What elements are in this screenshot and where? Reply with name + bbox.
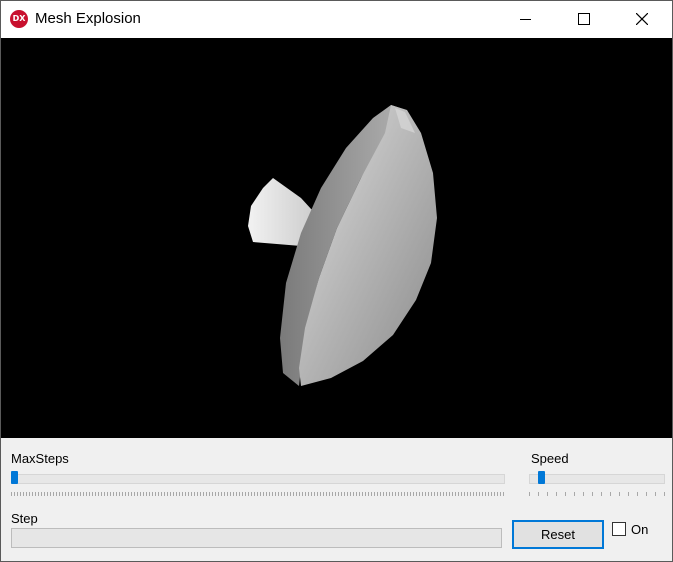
- maxsteps-ticks: [11, 492, 505, 496]
- mesh-model: [248, 105, 437, 386]
- speed-ticks: [529, 492, 665, 496]
- render-viewport[interactable]: [1, 38, 672, 438]
- on-checkbox[interactable]: [612, 522, 626, 536]
- reset-button[interactable]: Reset: [512, 520, 604, 549]
- speed-label: Speed: [531, 451, 569, 466]
- close-button[interactable]: [614, 1, 671, 38]
- maximize-button[interactable]: [556, 1, 613, 38]
- maxsteps-label: MaxSteps: [11, 451, 69, 466]
- app-window: DX Mesh Explosion MaxSteps Speed Step Re…: [0, 0, 673, 562]
- minimize-icon: [520, 19, 531, 20]
- on-checkbox-label[interactable]: On: [631, 522, 648, 537]
- speed-track: [529, 474, 665, 484]
- step-label: Step: [11, 511, 38, 526]
- maxsteps-slider[interactable]: [11, 470, 505, 500]
- minimize-button[interactable]: [498, 1, 555, 38]
- close-icon: [636, 13, 648, 25]
- maximize-icon: [578, 13, 590, 25]
- speed-slider[interactable]: [529, 470, 665, 500]
- directx-icon: DX: [10, 10, 28, 28]
- maxsteps-track: [11, 474, 505, 484]
- title-bar: DX Mesh Explosion: [1, 1, 672, 38]
- window-title: Mesh Explosion: [35, 10, 141, 27]
- step-progress-bar: [11, 528, 502, 548]
- maxsteps-thumb[interactable]: [11, 471, 18, 484]
- speed-thumb[interactable]: [538, 471, 545, 484]
